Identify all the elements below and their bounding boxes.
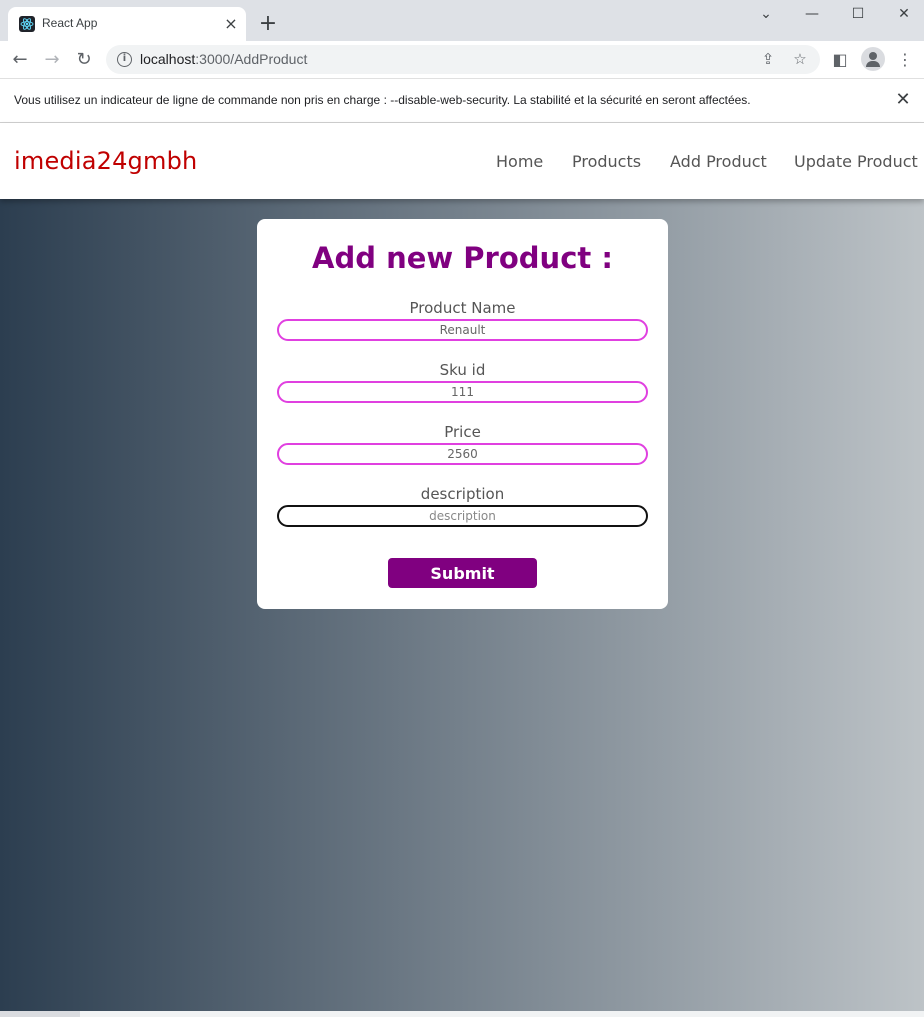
product-name-label: Product Name (409, 299, 516, 317)
price-label: Price (444, 423, 481, 441)
site-info-icon[interactable]: i (117, 52, 132, 67)
warning-infobar: Vous utilisez un indicateur de ligne de … (0, 78, 924, 123)
browser-menu-icon[interactable]: ⋮ (892, 47, 918, 73)
gradient-background: Add new Product : Product Name Sku id Pr… (0, 199, 924, 1011)
nav-link-home[interactable]: Home (496, 152, 543, 171)
bookmark-star-icon[interactable]: ☆ (790, 49, 810, 69)
page-viewport: imedia24gmbh Home Products Add Product U… (0, 123, 924, 1017)
forward-arrow-icon[interactable]: → (39, 47, 65, 73)
description-input[interactable] (277, 505, 648, 527)
add-product-form: Add new Product : Product Name Sku id Pr… (257, 219, 668, 609)
profile-avatar-icon[interactable] (861, 47, 885, 71)
sku-id-label: Sku id (439, 361, 486, 379)
react-logo-icon (19, 16, 35, 32)
tab-search-chevron-icon[interactable]: ⌄ (743, 2, 789, 26)
back-arrow-icon[interactable]: ← (7, 47, 33, 73)
price-input[interactable] (277, 443, 648, 465)
nav-link-products[interactable]: Products (572, 152, 641, 171)
description-label: description (420, 485, 505, 503)
nav-link-add-product[interactable]: Add Product (670, 152, 767, 171)
new-tab-button[interactable]: + (256, 12, 280, 36)
form-title: Add new Product : (312, 241, 613, 275)
tab-close-icon[interactable]: × (222, 15, 240, 33)
tab-title: React App (42, 16, 98, 30)
browser-toolbar: ← → ↻ i localhost:3000/AddProduct ⇪ ☆ ◧ … (0, 41, 924, 78)
side-panel-icon[interactable]: ◧ (827, 47, 853, 73)
horizontal-scrollbar[interactable] (0, 1011, 924, 1017)
reload-icon[interactable]: ↻ (71, 47, 97, 73)
sku-id-input[interactable] (277, 381, 648, 403)
product-name-input[interactable] (277, 319, 648, 341)
url-text[interactable]: localhost:3000/AddProduct (140, 51, 307, 67)
submit-button[interactable]: Submit (388, 558, 537, 588)
share-icon[interactable]: ⇪ (758, 49, 778, 69)
infobar-message: Vous utilisez un indicateur de ligne de … (14, 93, 751, 107)
browser-tab[interactable]: React App × (8, 7, 246, 41)
address-bar[interactable]: i localhost:3000/AddProduct ⇪ ☆ (106, 45, 820, 74)
minimize-window-button[interactable]: — (789, 2, 835, 26)
brand-logo[interactable]: imedia24gmbh (14, 147, 197, 175)
maximize-window-button[interactable]: ☐ (835, 2, 881, 26)
infobar-close-icon[interactable]: ✕ (893, 90, 913, 110)
nav-link-update-product[interactable]: Update Product (794, 152, 918, 171)
close-window-button[interactable]: ✕ (881, 2, 924, 26)
tab-strip: React App × + ⌄ — ☐ ✕ (0, 0, 924, 41)
app-header: imedia24gmbh Home Products Add Product U… (0, 123, 924, 199)
